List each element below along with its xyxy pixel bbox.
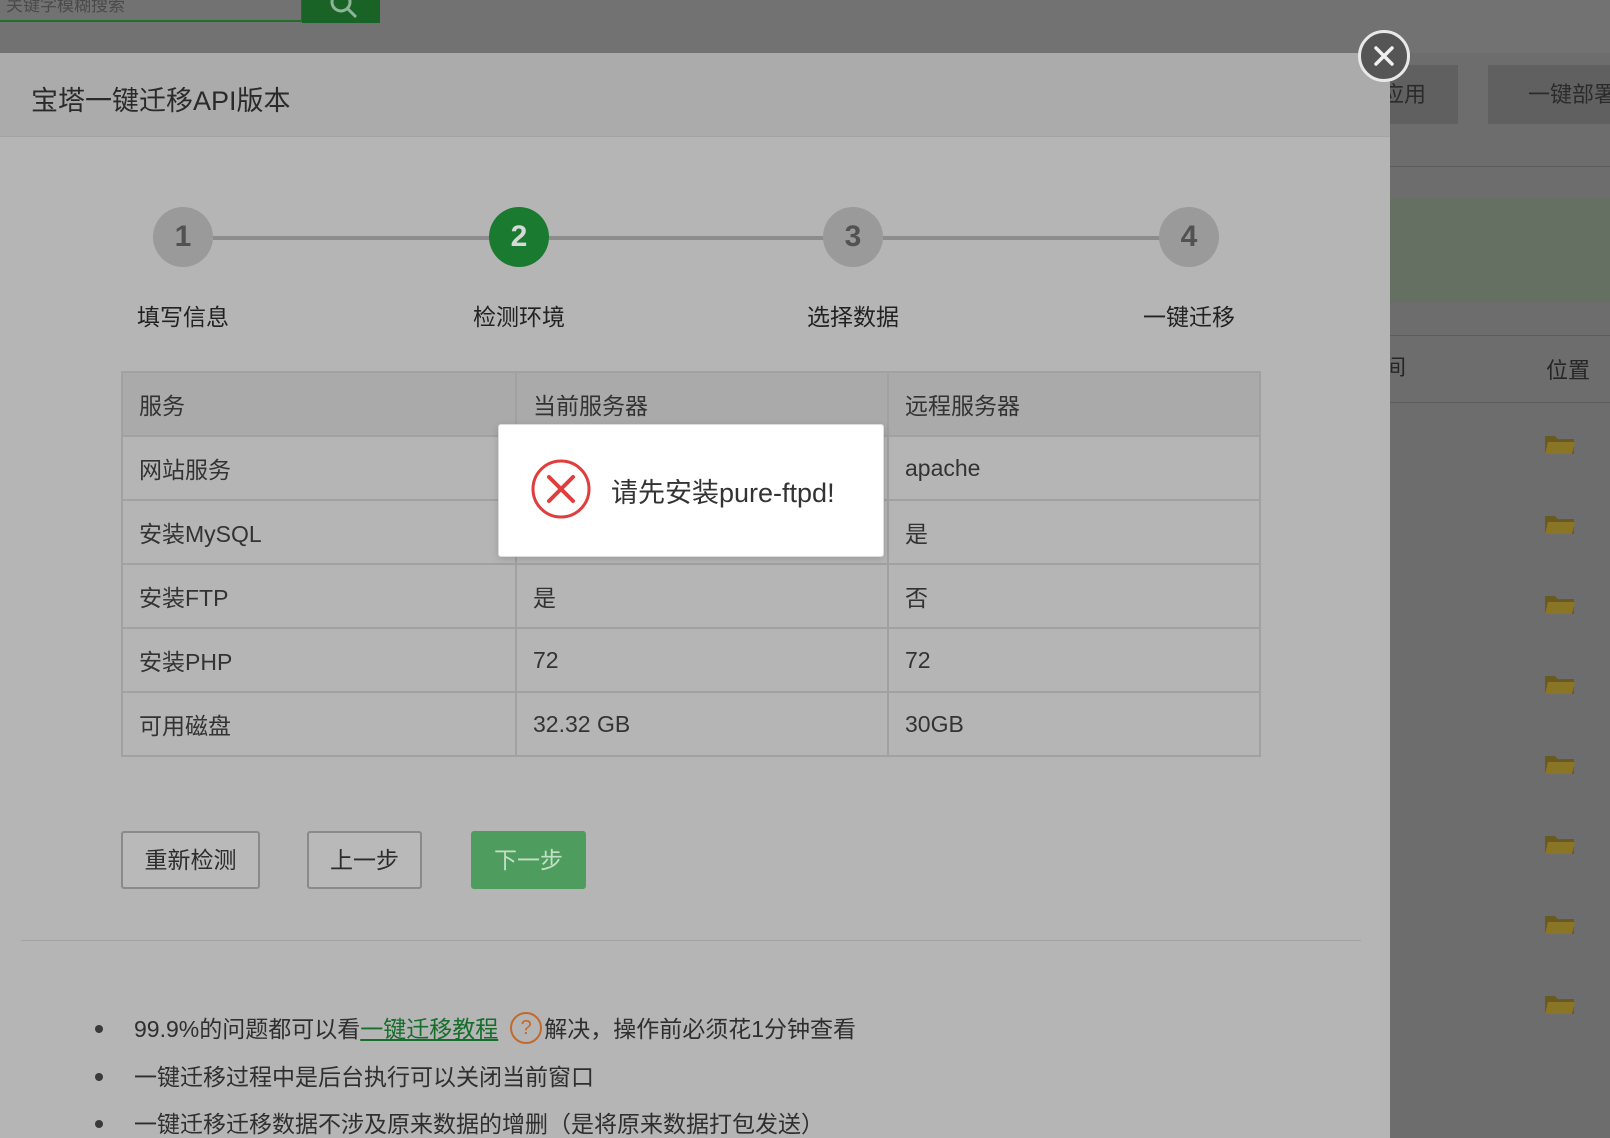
table-row: 可用磁盘 32.32 GB 30GB — [121, 691, 1261, 757]
table-cell: 安装FTP — [121, 563, 517, 629]
folder-icon — [1545, 996, 1575, 1014]
step-2-circle: 2 — [489, 207, 549, 267]
bullet — [95, 1120, 103, 1128]
step-4-circle: 4 — [1159, 207, 1219, 267]
table-cell: 72 — [887, 627, 1261, 693]
note-text: 解决，操作前必须花1分钟查看 — [544, 1016, 857, 1042]
note-text: 一键迁移过程中是后台执行可以关闭当前窗口 — [134, 1064, 594, 1090]
background-search-button — [302, 0, 380, 23]
table-cell: 30GB — [887, 691, 1261, 757]
table-cell: 是 — [515, 563, 889, 629]
table-cell: 72 — [515, 627, 889, 693]
table-header-cell: 远程服务器 — [887, 371, 1261, 437]
divider — [1390, 166, 1610, 167]
divider — [21, 940, 1361, 941]
background-table-header: 间 — [1384, 355, 1407, 380]
divider — [1390, 402, 1610, 403]
table-cell: 网站服务 — [121, 435, 517, 501]
step-4-label: 一键迁移 — [1143, 304, 1235, 330]
folder-icon — [1545, 756, 1575, 774]
folder-icon — [1545, 676, 1575, 694]
bullet — [95, 1025, 103, 1033]
recheck-button[interactable]: 重新检测 — [121, 831, 260, 889]
table-cell: 可用磁盘 — [121, 691, 517, 757]
prev-step-button[interactable]: 上一步 — [307, 831, 422, 889]
toast-message: 请先安装pure-ftpd! — [611, 478, 835, 508]
help-icon[interactable]: ? — [510, 1011, 543, 1044]
background-banner — [1390, 198, 1610, 302]
step-3-circle: 3 — [823, 207, 883, 267]
table-cell: 安装MySQL — [121, 499, 517, 565]
folder-icon — [1545, 436, 1575, 454]
stepper-connector — [883, 236, 1161, 240]
search-icon — [330, 0, 358, 19]
modal-title: 宝塔一键迁移API版本 — [31, 86, 291, 116]
table-cell: apache — [887, 435, 1261, 501]
background-table-header-position: 位置 — [1546, 358, 1591, 383]
table-row: 安装PHP 72 72 — [121, 627, 1261, 693]
background-button-deploy: 一键部署 — [1488, 65, 1610, 124]
note-text: 99.9%的问题都可以看 — [134, 1016, 361, 1042]
folder-icon — [1545, 916, 1575, 934]
divider — [1390, 335, 1610, 336]
next-step-button[interactable]: 下一步 — [471, 831, 586, 889]
step-1-circle: 1 — [153, 207, 213, 267]
migration-modal: 宝塔一键迁移API版本 1 2 3 4 填写信息 检测环境 选择数据 一键迁移 … — [0, 53, 1390, 1138]
table-cell: 安装PHP — [121, 627, 517, 693]
folder-icon — [1545, 596, 1575, 614]
step-1-label: 填写信息 — [137, 304, 229, 330]
error-toast: 请先安装pure-ftpd! — [498, 424, 884, 557]
step-2-label: 检测环境 — [473, 304, 565, 330]
error-icon — [531, 459, 591, 519]
folder-icon — [1545, 516, 1575, 534]
table-header-cell: 服务 — [121, 371, 517, 437]
table-cell: 32.32 GB — [515, 691, 889, 757]
bullet — [95, 1073, 103, 1081]
stepper-connector — [549, 236, 825, 240]
background-search-input: 关键字模糊搜索 — [0, 0, 302, 22]
folder-icon — [1545, 836, 1575, 854]
modal-close-button[interactable] — [1358, 30, 1410, 82]
table-cell: 是 — [887, 499, 1261, 565]
modal-header: 宝塔一键迁移API版本 — [0, 53, 1390, 137]
step-3-label: 选择数据 — [807, 304, 899, 330]
table-row: 安装FTP 是 否 — [121, 563, 1261, 629]
close-icon — [1374, 46, 1394, 66]
migration-tutorial-link[interactable]: 一键迁移教程 — [360, 1016, 498, 1042]
table-cell: 否 — [887, 563, 1261, 629]
stepper-connector — [213, 236, 491, 240]
note-text: 一键迁移迁移数据不涉及原来数据的增删（是将原来数据打包发送） — [134, 1111, 824, 1137]
